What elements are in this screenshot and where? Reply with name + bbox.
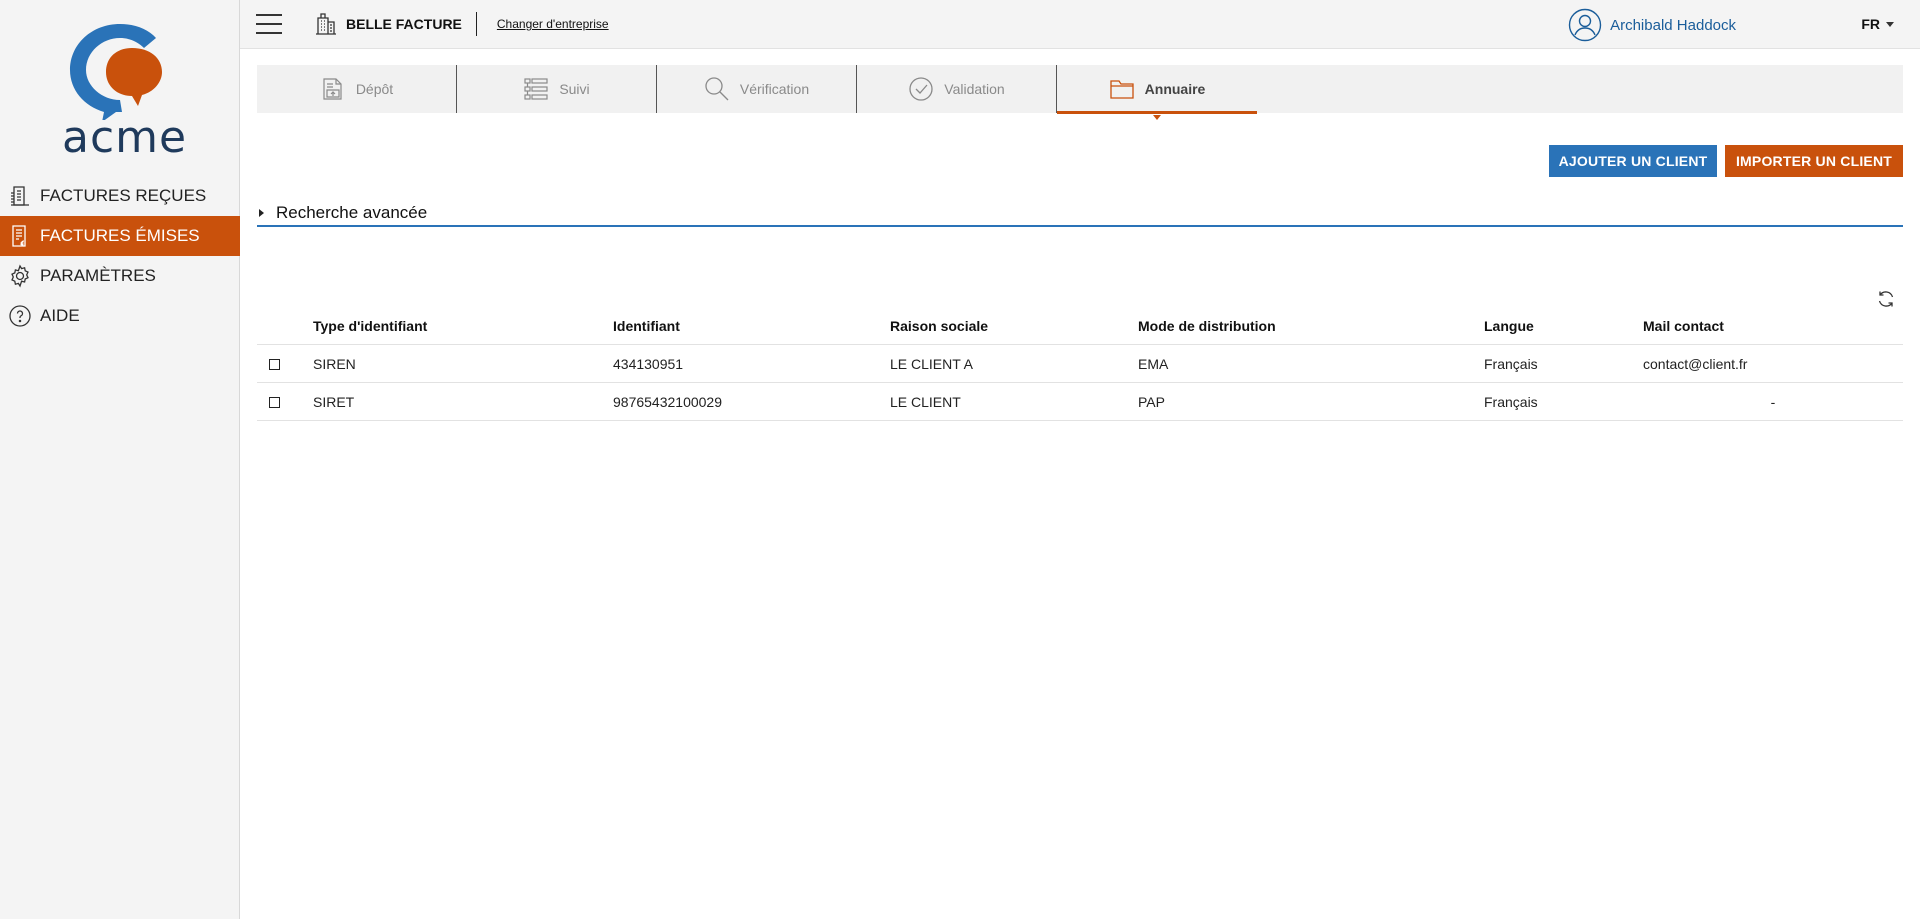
building-icon (316, 13, 336, 35)
advanced-search-label: Recherche avancée (276, 202, 428, 222)
row-checkbox-cell (269, 383, 280, 421)
sidebar-item-factures-recues[interactable]: FACTURES REÇUES (0, 176, 240, 216)
received-invoices-icon (8, 184, 32, 208)
import-client-button[interactable]: IMPORTER UN CLIENT (1725, 145, 1903, 177)
sidebar-item-parametres[interactable]: PARAMÈTRES (0, 256, 240, 296)
acme-logo[interactable]: acme (62, 20, 188, 163)
row-checkbox[interactable] (269, 358, 280, 370)
row-checkbox[interactable] (269, 396, 280, 408)
column-header-company[interactable]: Raison sociale (890, 307, 988, 345)
sidebar-item-label: PARAMÈTRES (40, 266, 156, 285)
cell-identifier: 434130951 (613, 356, 684, 372)
tab-depot[interactable]: Dépôt (257, 65, 457, 113)
issued-invoices-icon (8, 224, 32, 248)
cell-type: SIREN (313, 356, 356, 372)
user-menu[interactable]: Archibald Haddock (1568, 8, 1736, 42)
column-header-language[interactable]: Langue (1484, 307, 1534, 345)
cell-mail: contact@client.fr (1643, 356, 1748, 372)
company-name: BELLE FACTURE (346, 12, 477, 36)
cell-company: LE CLIENT (890, 394, 961, 410)
tab-verification[interactable]: Vérification (657, 65, 857, 113)
cell-language: Français (1484, 356, 1538, 372)
tab-label: Vérification (739, 81, 810, 97)
cell-type: SIRET (313, 394, 355, 410)
table-row[interactable]: SIREN 434130951 LE CLIENT A EMA Français… (257, 345, 1903, 383)
language-label: FR (1861, 16, 1880, 32)
caret-right-icon (259, 208, 264, 217)
row-checkbox-cell (269, 345, 280, 383)
sidebar-item-label: AIDE (40, 306, 80, 325)
user-avatar-icon (1568, 8, 1602, 42)
cell-distribution: PAP (1138, 394, 1165, 410)
gear-icon (8, 264, 32, 288)
sidebar-nav: FACTURES REÇUES FACTURES ÉMISES PARAMÈTR… (0, 176, 240, 336)
logo-text: acme (62, 112, 188, 163)
tab-validation[interactable]: Validation (857, 65, 1057, 113)
upload-document-icon (323, 78, 342, 100)
column-header-identifier[interactable]: Identifiant (613, 307, 680, 345)
change-company-link[interactable]: Changer d'entreprise (497, 17, 609, 31)
refresh-icon[interactable] (1876, 289, 1896, 309)
cell-mail: - (1770, 394, 1776, 410)
add-client-button[interactable]: AJOUTER UN CLIENT (1549, 145, 1717, 177)
cell-language: Français (1484, 394, 1538, 410)
cell-distribution: EMA (1138, 356, 1169, 372)
sidebar-item-aide[interactable]: AIDE (0, 296, 240, 336)
help-icon (8, 304, 32, 328)
sidebar: acme FACTURES REÇUES FACTURES ÉMISES PAR… (0, 0, 240, 919)
table-header: Type d'identifiant Identifiant Raison so… (257, 307, 1903, 345)
column-header-distribution[interactable]: Mode de distribution (1138, 307, 1276, 345)
cell-company: LE CLIENT A (890, 356, 974, 372)
tab-suivi[interactable]: Suivi (457, 65, 657, 113)
column-header-type[interactable]: Type d'identifiant (313, 307, 427, 345)
tab-annuaire[interactable]: Annuaire (1057, 65, 1257, 120)
acme-logo-mark (70, 24, 162, 122)
cell-identifier: 98765432100029 (613, 394, 723, 410)
sidebar-item-factures-emises[interactable]: FACTURES ÉMISES (0, 216, 240, 256)
tab-label: Suivi (559, 81, 590, 97)
check-circle-icon (909, 77, 933, 101)
user-name: Archibald Haddock (1610, 16, 1736, 34)
hamburger-menu-icon[interactable] (256, 14, 282, 34)
table-row[interactable]: SIRET 98765432100029 LE CLIENT PAP Franç… (257, 383, 1903, 421)
list-icon (524, 78, 548, 100)
sidebar-item-label: FACTURES ÉMISES (40, 226, 200, 245)
app: acme FACTURES REÇUES FACTURES ÉMISES PAR… (0, 0, 1920, 919)
language-selector[interactable]: FR (1861, 16, 1894, 32)
clients-table: Type d'identifiant Identifiant Raison so… (257, 307, 1903, 421)
search-icon (705, 77, 729, 101)
caret-down-icon (1886, 21, 1894, 27)
tab-label: Annuaire (1144, 81, 1206, 97)
sidebar-item-label: FACTURES REÇUES (40, 186, 207, 205)
tab-label: Dépôt (355, 81, 394, 97)
top-bar: BELLE FACTURE Changer d'entreprise Archi… (240, 0, 1920, 49)
folder-icon (1110, 80, 1134, 99)
main-tabs: Dépôt Suivi Vérification Validation Annu… (257, 65, 1903, 120)
column-header-mail[interactable]: Mail contact (1643, 307, 1903, 345)
tab-label: Validation (944, 81, 1005, 97)
advanced-search-toggle[interactable]: Recherche avancée (257, 200, 1903, 227)
